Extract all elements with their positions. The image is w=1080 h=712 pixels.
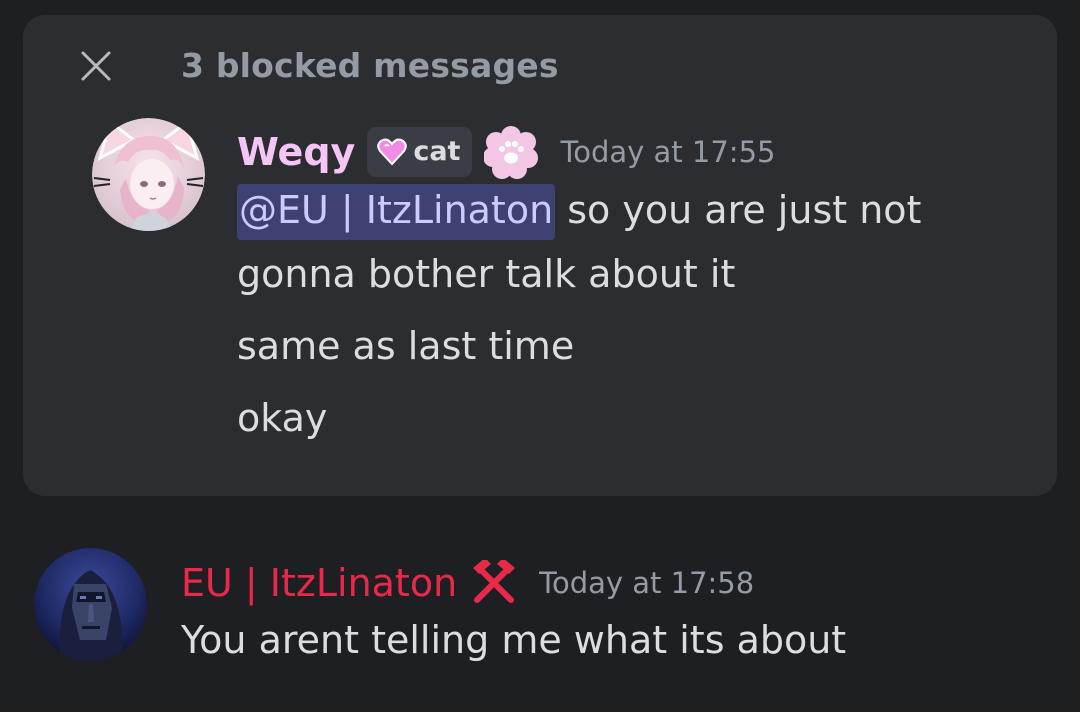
message-header: EU | ItzLinaton Today at 17:58	[181, 555, 754, 611]
timestamp: Today at 17:58	[539, 566, 755, 600]
message-line: @EU | ItzLinaton so you are just not	[237, 184, 922, 240]
message-text: You arent telling me what its about	[181, 618, 847, 662]
tag-label: cat	[413, 136, 461, 167]
heart-icon	[377, 138, 408, 166]
message-line: okay	[237, 396, 328, 440]
tag-badge[interactable]: cat	[367, 127, 473, 177]
message-line: gonna bother talk about it	[237, 252, 736, 296]
message-header: Weqy cat Today at 17:55	[237, 124, 775, 180]
paw-icon[interactable]	[484, 125, 539, 179]
close-icon[interactable]	[80, 50, 112, 82]
chat-view: 3 blocked messages Weqy cat Today at 17:…	[0, 0, 1080, 712]
message-text: so you are just not	[555, 188, 922, 232]
avatar[interactable]	[34, 548, 147, 661]
username[interactable]: Weqy	[237, 126, 355, 178]
avatar[interactable]	[92, 118, 205, 231]
crossed-hammers-icon[interactable]	[471, 560, 517, 606]
user-mention[interactable]: @EU | ItzLinaton	[237, 184, 556, 240]
message-line: same as last time	[237, 324, 575, 368]
avatar-weqy-image	[92, 118, 205, 231]
timestamp: Today at 17:55	[560, 135, 776, 169]
avatar-eu-image	[34, 548, 147, 661]
blocked-messages-label[interactable]: 3 blocked messages	[181, 44, 559, 88]
username[interactable]: EU | ItzLinaton	[181, 557, 457, 609]
